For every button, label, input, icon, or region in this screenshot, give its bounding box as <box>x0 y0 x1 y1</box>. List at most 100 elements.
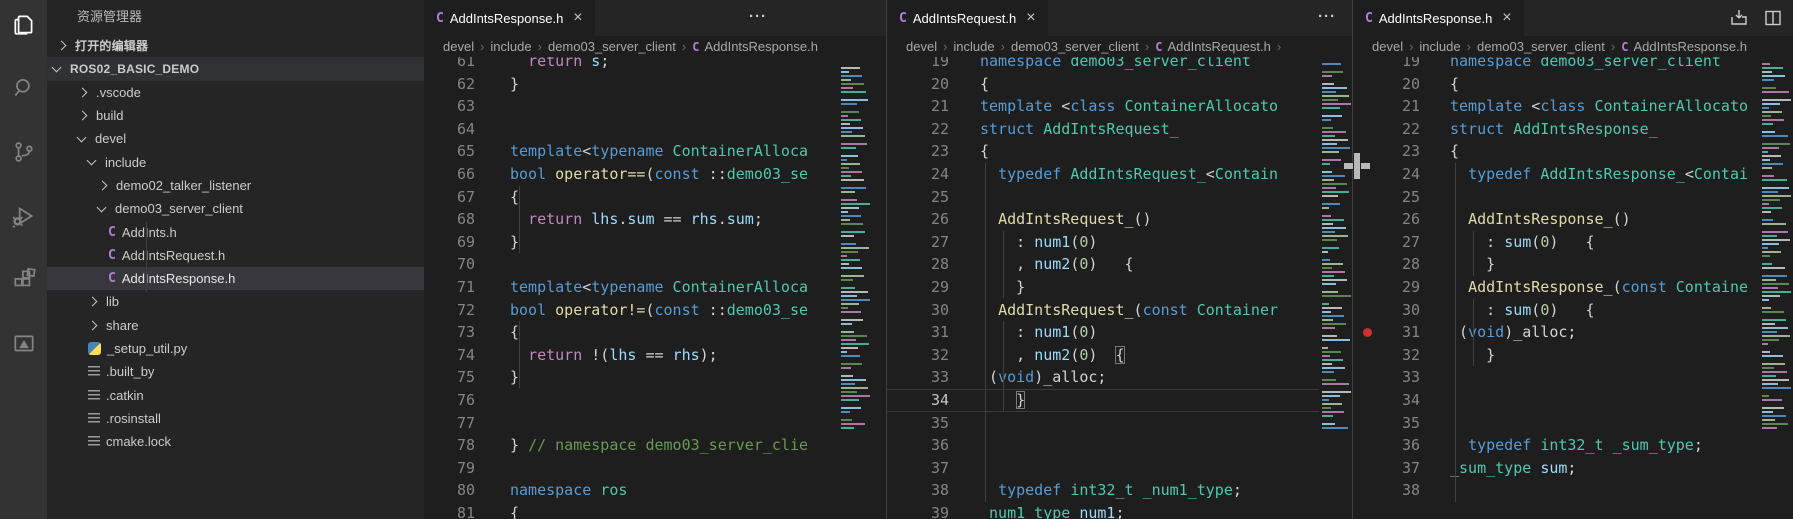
breadcrumb-item[interactable]: devel <box>906 39 937 54</box>
tree-item[interactable]: share <box>47 314 424 337</box>
minimap[interactable] <box>838 57 886 519</box>
code-line[interactable]: 19 namespace demo03_server_client <box>887 57 1319 73</box>
code-line[interactable]: 71 template<typename ContainerAlloca <box>424 276 838 299</box>
code-line[interactable]: 38 typedef int32_t _num1_type; <box>887 479 1319 502</box>
minimap[interactable] <box>1319 57 1352 519</box>
code-line[interactable]: 68 return lhs.sum == rhs.sum; <box>424 208 838 231</box>
remote-window-icon[interactable] <box>0 320 47 368</box>
code-editor[interactable]: 19 namespace demo03_server_client 20{21 tem… <box>887 57 1319 519</box>
tree-item[interactable]: C AddIntsRequest.h <box>47 244 424 267</box>
code-line[interactable]: 62} <box>424 73 838 96</box>
code-line[interactable]: 75} <box>424 366 838 389</box>
breadcrumb-file[interactable]: AddIntsResponse.h <box>1633 39 1746 54</box>
breadcrumb-item[interactable]: include <box>490 39 531 54</box>
breadcrumb-item[interactable]: include <box>953 39 994 54</box>
open-editors-section[interactable]: 打开的编辑器 <box>47 34 424 57</box>
close-icon[interactable]: × <box>573 10 582 26</box>
code-line[interactable]: 77 <box>424 412 838 435</box>
breadcrumb-item[interactable]: demo03_server_client <box>1477 39 1605 54</box>
code-line[interactable]: 72 bool operator!=(const ::demo03_se <box>424 299 838 322</box>
code-line[interactable]: 66 bool operator==(const ::demo03_se <box>424 163 838 186</box>
code-editor[interactable]: 61 return s; 62} 63 64 65 template<typename C… <box>424 57 838 519</box>
code-line[interactable]: 64 <box>424 118 838 141</box>
tree-item[interactable]: include <box>47 150 424 173</box>
extensions-icon[interactable] <box>0 256 47 304</box>
code-line[interactable]: 19 namespace demo03_server_client <box>1353 57 1759 73</box>
code-line[interactable]: 29 AddIntsResponse_(const Containe <box>1353 276 1759 299</box>
download-icon[interactable] <box>1727 6 1751 30</box>
split-editor-icon[interactable] <box>1761 6 1785 30</box>
tree-item[interactable]: .catkin <box>47 383 424 406</box>
code-line[interactable]: 30 AddIntsRequest_(const Container <box>887 299 1319 322</box>
code-line[interactable]: 35 <box>1353 412 1759 435</box>
tree-item[interactable]: devel <box>47 127 424 150</box>
code-line[interactable]: 22 struct AddIntsRequest_ <box>887 118 1319 141</box>
code-line[interactable]: 76 <box>424 389 838 412</box>
code-line[interactable]: 34 } <box>887 389 1319 412</box>
code-line[interactable]: 21 template <class ContainerAllocato <box>887 95 1319 118</box>
code-line[interactable]: 21 template <class ContainerAllocato <box>1353 95 1759 118</box>
code-line[interactable]: 23{ <box>1353 140 1759 163</box>
code-line[interactable]: 22 struct AddIntsResponse_ <box>1353 118 1759 141</box>
search-icon[interactable] <box>0 64 47 112</box>
breadcrumb-item[interactable]: demo03_server_client <box>548 39 676 54</box>
tab-addintsresponse-h[interactable]: C AddIntsResponse.h × <box>1353 0 1524 36</box>
tree-item[interactable]: lib <box>47 290 424 313</box>
code-line[interactable]: 81{ <box>424 502 838 519</box>
breadcrumb-item[interactable]: include <box>1419 39 1460 54</box>
more-actions-icon[interactable]: ··· <box>749 8 767 25</box>
more-actions-icon[interactable]: ··· <box>1318 8 1336 25</box>
breadcrumb-file[interactable]: AddIntsResponse.h <box>704 39 817 54</box>
breadcrumb-item[interactable]: devel <box>443 39 474 54</box>
tree-item[interactable]: demo03_server_client <box>47 197 424 220</box>
tree-item[interactable]: demo02_talker_listener <box>47 174 424 197</box>
breadcrumb-item[interactable]: devel <box>1372 39 1403 54</box>
code-editor[interactable]: 19 namespace demo03_server_client 20{21 tem… <box>1353 57 1759 519</box>
tree-item[interactable]: cmake.lock <box>47 430 424 453</box>
code-line[interactable]: 37 <box>887 457 1319 480</box>
tree-item[interactable]: C AddIntsResponse.h <box>47 266 424 291</box>
code-line[interactable]: 35 <box>887 412 1319 435</box>
code-line[interactable]: 34 <box>1353 389 1759 412</box>
tree-item[interactable]: .rosinstall <box>47 407 424 430</box>
code-line[interactable]: 23{ <box>887 140 1319 163</box>
code-line[interactable]: 25 <box>1353 186 1759 209</box>
code-line[interactable]: 24 typedef AddIntsResponse_<Contai <box>1353 163 1759 186</box>
code-line[interactable]: 24 typedef AddIntsRequest_<Contain <box>887 163 1319 186</box>
code-line[interactable]: 74 return !(lhs == rhs); <box>424 344 838 367</box>
code-line[interactable]: 32 , num2(0) { <box>887 344 1319 367</box>
source-control-icon[interactable] <box>0 128 47 176</box>
code-line[interactable]: 80 namespace ros <box>424 479 838 502</box>
code-line[interactable]: 27 : sum(0) { <box>1353 231 1759 254</box>
code-line[interactable]: 37 _sum_type sum; <box>1353 457 1759 480</box>
close-icon[interactable]: × <box>1502 10 1511 26</box>
code-line[interactable]: 28 , num2(0) { <box>887 253 1319 276</box>
code-line[interactable]: 20{ <box>887 73 1319 96</box>
run-and-debug-icon[interactable] <box>0 192 47 240</box>
breadcrumb-file[interactable]: AddIntsRequest.h <box>1167 39 1270 54</box>
code-line[interactable]: 38 <box>1353 479 1759 502</box>
code-line[interactable]: 26 AddIntsRequest_() <box>887 208 1319 231</box>
code-line[interactable]: 78} // namespace demo03_server_clie <box>424 434 838 457</box>
tab-addintsrequest-h[interactable]: C AddIntsRequest.h × <box>887 0 1048 36</box>
code-line[interactable]: 61 return s; <box>424 57 838 73</box>
code-line[interactable]: 36 <box>887 434 1319 457</box>
tab-addintsresponse-h[interactable]: C AddIntsResponse.h × <box>424 0 595 36</box>
code-line[interactable]: 29 } <box>887 276 1319 299</box>
tree-item[interactable]: _setup_util.py <box>47 337 424 360</box>
code-line[interactable]: 36 typedef int32_t _sum_type; <box>1353 434 1759 457</box>
code-line[interactable]: 26 AddIntsResponse_() <box>1353 208 1759 231</box>
code-line[interactable]: 73{ <box>424 321 838 344</box>
code-line[interactable]: 65 template<typename ContainerAlloca <box>424 140 838 163</box>
explorer-icon[interactable] <box>0 0 47 48</box>
code-line[interactable]: 70 <box>424 253 838 276</box>
code-line[interactable]: 69} <box>424 231 838 254</box>
code-line[interactable]: 79 <box>424 457 838 480</box>
code-line[interactable]: 33 <box>1353 366 1759 389</box>
code-line[interactable]: 67{ <box>424 186 838 209</box>
code-line[interactable]: 39 _num1_type num1; <box>887 502 1319 519</box>
code-line[interactable]: 31 (void)_alloc; <box>1353 321 1759 344</box>
close-icon[interactable]: × <box>1026 10 1035 26</box>
tree-item[interactable]: build <box>47 104 424 127</box>
code-line[interactable]: 33 (void)_alloc; <box>887 366 1319 389</box>
